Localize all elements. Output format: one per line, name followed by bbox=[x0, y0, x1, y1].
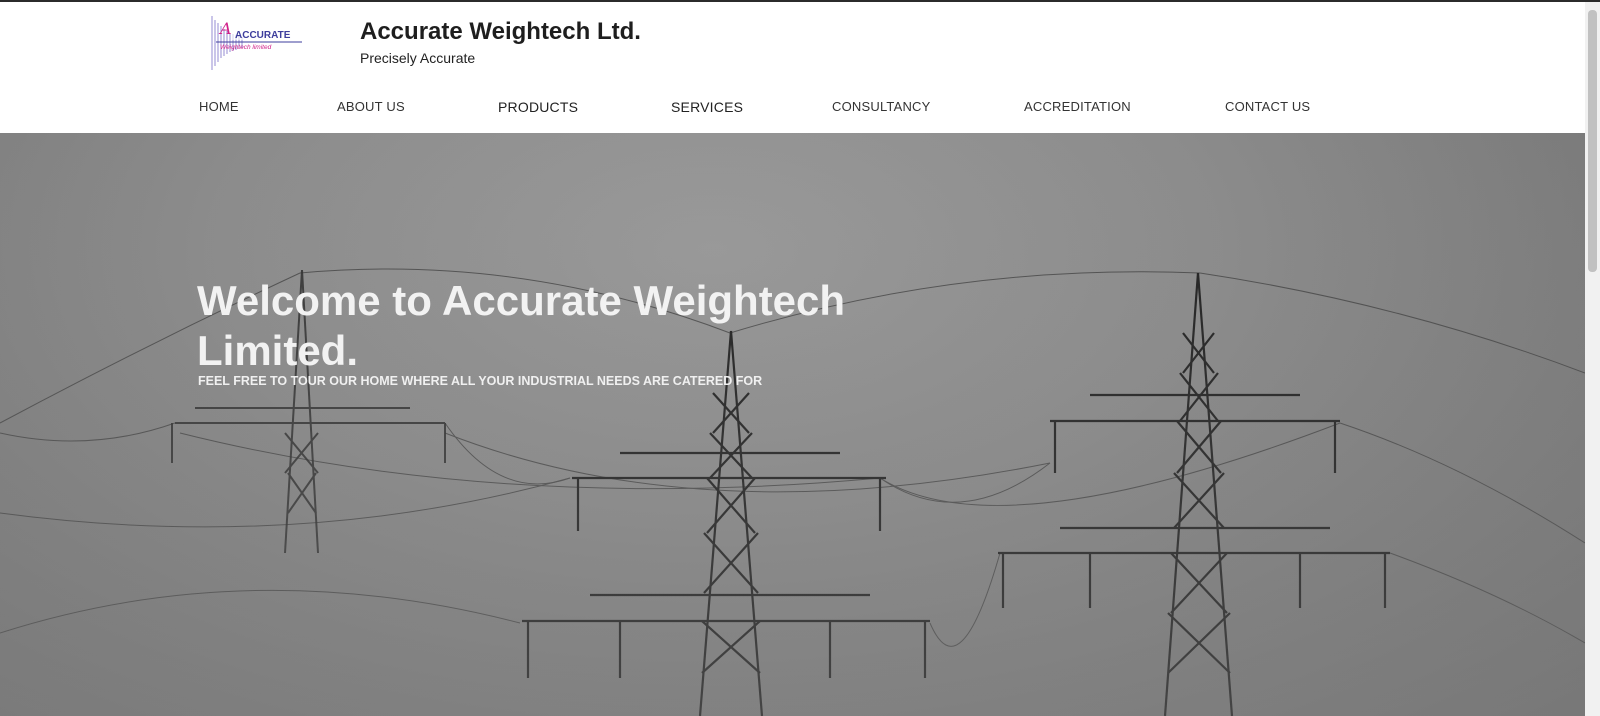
svg-text:A: A bbox=[218, 19, 232, 38]
nav-home[interactable]: HOME bbox=[199, 99, 239, 114]
nav-services[interactable]: SERVICES bbox=[671, 99, 743, 115]
site-tagline: Precisely Accurate bbox=[360, 50, 476, 66]
nav-products[interactable]: PRODUCTS bbox=[498, 99, 578, 115]
nav-about-us[interactable]: ABOUT US bbox=[337, 99, 405, 114]
hero-banner: Welcome to Accurate Weightech Limited. F… bbox=[0, 133, 1585, 716]
page: A ACCURATE Weightech limited Accurate We… bbox=[0, 0, 1600, 716]
nav-consultancy[interactable]: CONSULTANCY bbox=[832, 99, 931, 114]
hero-subheading: FEEL FREE TO TOUR OUR HOME WHERE ALL YOU… bbox=[198, 374, 763, 388]
site-logo[interactable]: A ACCURATE Weightech limited bbox=[210, 14, 303, 72]
hero-background-image bbox=[0, 133, 1585, 716]
nav-contact-us[interactable]: CONTACT US bbox=[1225, 99, 1310, 114]
page-scrollbar[interactable] bbox=[1585, 2, 1600, 716]
nav-accreditation[interactable]: ACCREDITATION bbox=[1024, 99, 1131, 114]
hero-heading: Welcome to Accurate Weightech Limited. bbox=[197, 277, 846, 374]
site-header: A ACCURATE Weightech limited Accurate We… bbox=[0, 2, 1585, 133]
site-title[interactable]: Accurate Weightech Ltd. bbox=[360, 18, 641, 46]
logo-wordmark: ACCURATE bbox=[235, 30, 291, 41]
logo-image: A ACCURATE Weightech limited bbox=[211, 16, 302, 70]
logo-subtext: Weightech limited bbox=[220, 44, 272, 51]
scrollbar-thumb[interactable] bbox=[1588, 10, 1597, 272]
